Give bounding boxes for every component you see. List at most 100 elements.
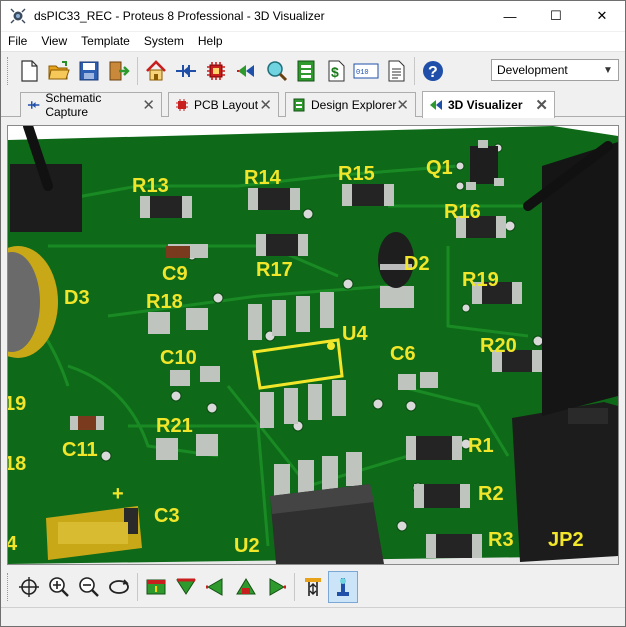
toolbar-separator (137, 573, 138, 601)
label-r19: R19 (462, 269, 499, 291)
view-toolbar (1, 569, 625, 605)
tab-label: PCB Layout (194, 98, 259, 112)
label-r14: R14 (244, 167, 282, 189)
label-c3: C3 (154, 505, 180, 527)
tab-schematic-capture[interactable]: Schematic Capture ✕ (20, 91, 162, 119)
close-icon[interactable]: ✕ (259, 96, 272, 114)
minimize-button[interactable]: — (487, 1, 533, 31)
pcb-layout-icon (176, 99, 188, 111)
schematic-button[interactable] (171, 55, 201, 87)
rotate-button[interactable] (104, 571, 134, 603)
label-r18: R18 (146, 291, 183, 313)
pcb-3d-render[interactable]: R13 R14 R15 Q1 R16 R17 D2 C9 D3 R18 U4 R… (8, 126, 618, 564)
gerber-icon (237, 64, 254, 77)
height-icon (305, 578, 321, 596)
label-r20: R20 (480, 335, 517, 357)
notes-icon (388, 60, 405, 81)
toggle-button[interactable] (328, 571, 358, 603)
label-q1: Q1 (426, 157, 453, 179)
3d-view-button[interactable] (231, 55, 261, 87)
toolbar-separator (294, 573, 295, 601)
pcb-layout-icon (207, 61, 225, 80)
main-toolbar: $ 010 ? Development ▼ (1, 51, 625, 89)
tab-design-explorer[interactable]: Design Explorer ✕ (285, 92, 416, 117)
label-r17: R17 (256, 259, 293, 281)
help-button[interactable]: ? (418, 55, 448, 87)
height-button[interactable] (298, 571, 328, 603)
tab-label: Schematic Capture (45, 91, 102, 119)
view-front-icon (236, 578, 256, 595)
view-bottom-button[interactable] (171, 571, 201, 603)
notes-button[interactable] (381, 55, 411, 87)
label-d2: D2 (404, 253, 430, 275)
center-view-button[interactable] (14, 571, 44, 603)
svg-text:?: ? (428, 64, 438, 81)
schematic-icon (176, 64, 196, 77)
app-window: dsPIC33_REC - Proteus 8 Professional - 3… (0, 0, 626, 627)
maximize-button[interactable]: ☐ (533, 1, 579, 31)
close-project-icon (109, 61, 130, 80)
menu-view[interactable]: View (34, 32, 74, 51)
proteus-app-icon (10, 8, 26, 24)
help-icon: ? (423, 60, 443, 81)
label-r2: R2 (478, 483, 504, 505)
view-right-button[interactable] (261, 571, 291, 603)
label-r16: R16 (444, 201, 481, 223)
new-file-button[interactable] (14, 55, 44, 87)
vsm-studio-button[interactable]: 010 (351, 55, 381, 87)
label-4: 4 (8, 533, 18, 555)
label-r1: R1 (468, 435, 494, 457)
close-window-button[interactable]: ✕ (579, 1, 625, 31)
close-icon[interactable]: ✕ (142, 96, 155, 114)
menu-template[interactable]: Template (74, 32, 137, 51)
toolbar-grip[interactable] (7, 56, 10, 85)
view-left-button[interactable] (201, 571, 231, 603)
save-icon (79, 61, 99, 80)
design-explorer-icon (293, 98, 305, 112)
label-jp2: JP2 (548, 529, 584, 551)
label-r15: R15 (338, 163, 375, 185)
label-d3: D3 (64, 287, 90, 309)
label-r3: R3 (488, 529, 514, 551)
zoom-in-button[interactable] (44, 571, 74, 603)
bom-button[interactable] (291, 55, 321, 87)
label-r13: R13 (132, 175, 169, 197)
view-front-button[interactable] (231, 571, 261, 603)
pcb-layout-button[interactable] (201, 55, 231, 87)
svg-text:010: 010 (356, 69, 369, 77)
label-r21: R21 (156, 415, 193, 437)
status-bar (1, 607, 625, 626)
menu-help[interactable]: Help (191, 32, 230, 51)
rotate-icon (109, 579, 129, 594)
crosshair-icon (19, 577, 39, 597)
toolbar-grip[interactable] (7, 573, 10, 601)
home-icon (146, 59, 166, 80)
open-button[interactable] (44, 55, 74, 87)
menu-system[interactable]: System (137, 32, 191, 51)
tab-bar: Schematic Capture ✕ PCB Layout ✕ Design … (1, 89, 625, 119)
menu-file[interactable]: File (1, 32, 34, 51)
zoom-out-button[interactable] (74, 571, 104, 603)
window-title: dsPIC33_REC - Proteus 8 Professional - 3… (34, 9, 325, 23)
tab-pcb-layout[interactable]: PCB Layout ✕ (168, 92, 279, 117)
tab-label: 3D Visualizer (448, 98, 523, 112)
label-u4: U4 (342, 323, 368, 345)
label-plus: + (112, 483, 124, 505)
close-project-button[interactable] (104, 55, 134, 87)
view-top-button[interactable] (141, 571, 171, 603)
variant-select[interactable]: Development ▼ (491, 59, 619, 81)
cost-button[interactable]: $ (321, 55, 351, 87)
label-18: 18 (8, 453, 26, 475)
close-icon[interactable]: ✕ (535, 96, 548, 114)
tab-3d-visualizer[interactable]: 3D Visualizer ✕ (422, 91, 555, 118)
3d-viewport[interactable]: R13 R14 R15 Q1 R16 R17 D2 C9 D3 R18 U4 R… (7, 125, 619, 565)
save-button[interactable] (74, 55, 104, 87)
tab-label: Design Explorer (311, 98, 397, 112)
design-explorer-button[interactable] (261, 55, 291, 87)
close-icon[interactable]: ✕ (396, 96, 409, 114)
schematic-icon (27, 101, 40, 109)
design-explorer-icon (267, 60, 288, 81)
home-button[interactable] (141, 55, 171, 87)
zoom-out-icon (79, 577, 99, 597)
label-c11: C11 (62, 439, 98, 461)
